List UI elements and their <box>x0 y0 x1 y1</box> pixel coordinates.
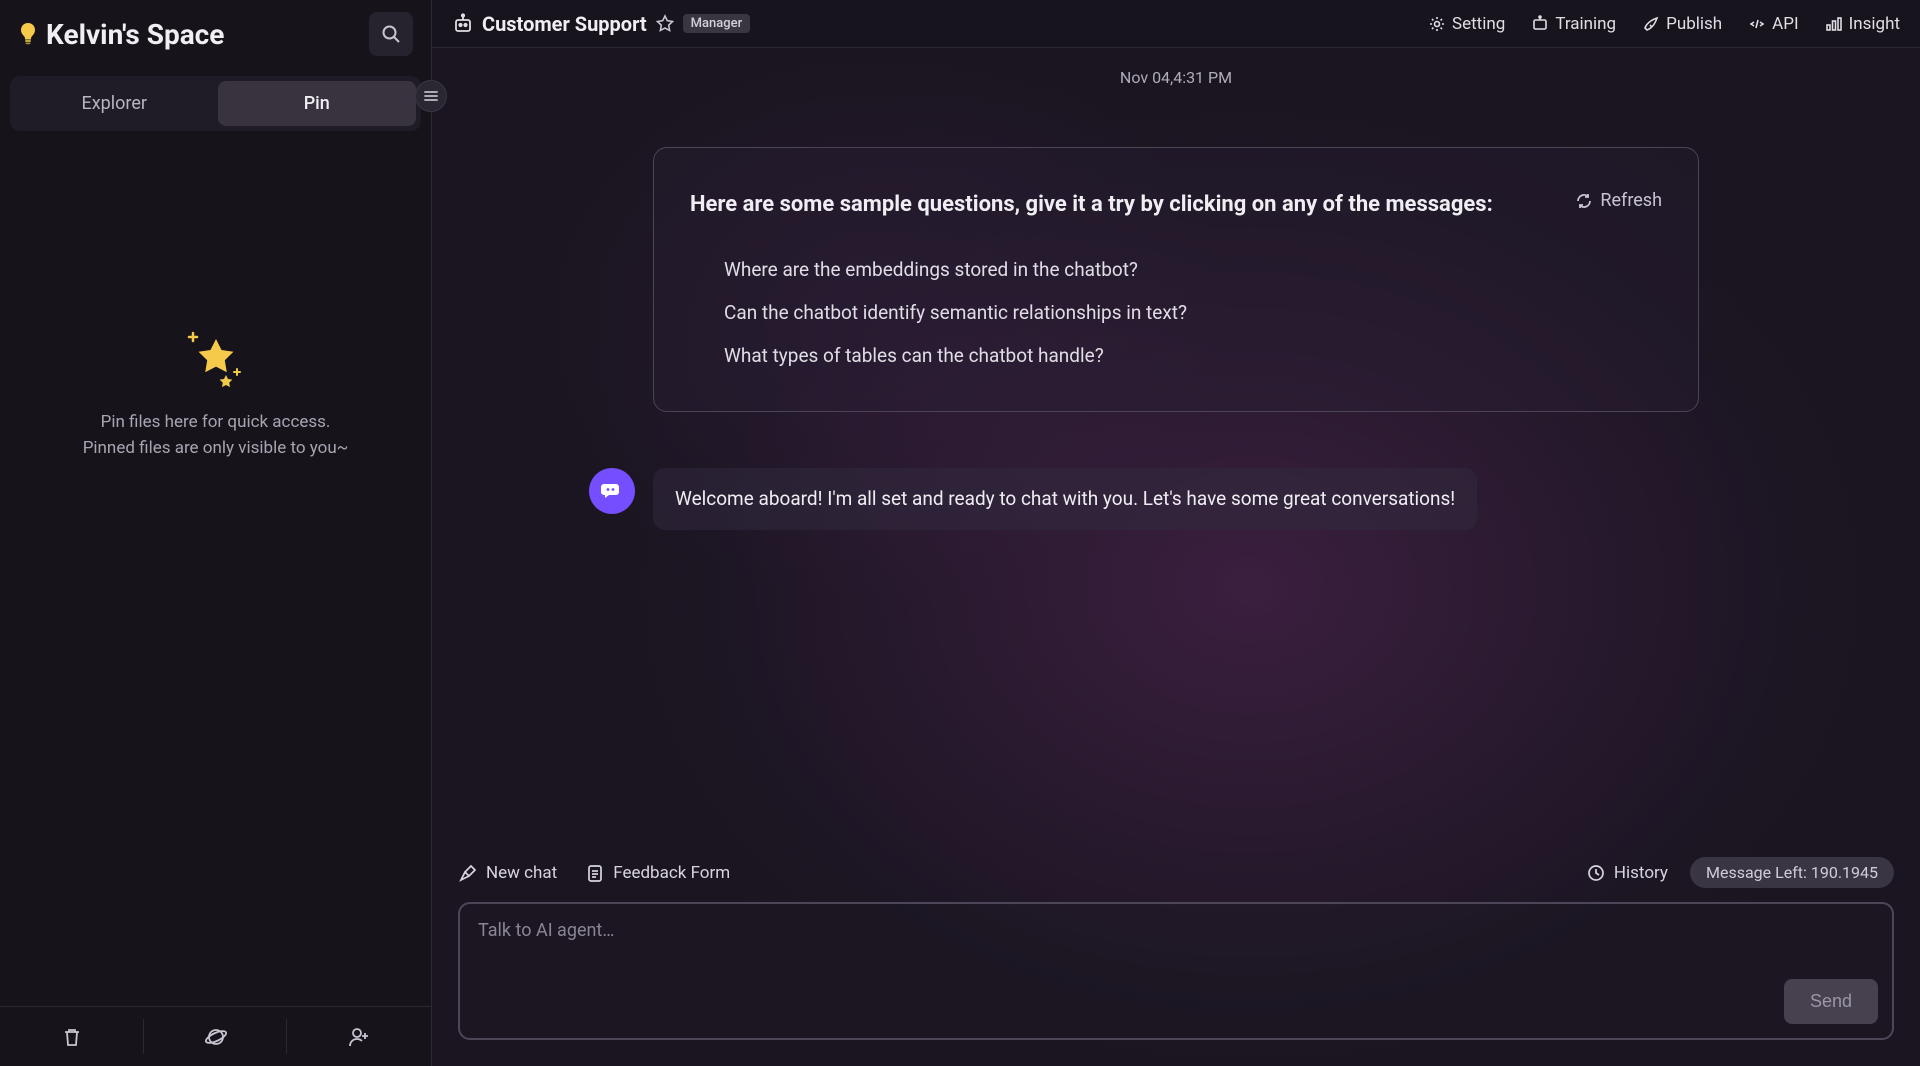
sidebar-footer <box>0 1006 431 1066</box>
api-icon <box>1748 15 1766 33</box>
history-icon <box>1586 863 1606 883</box>
gear-icon <box>1428 15 1446 33</box>
star-outline-icon[interactable] <box>655 14 675 34</box>
explore-button[interactable] <box>144 1007 288 1066</box>
refresh-button[interactable]: Refresh <box>1575 190 1662 211</box>
empty-pin-line1: Pin files here for quick access. <box>101 412 331 432</box>
sidebar-tabs: Explorer Pin <box>10 76 421 131</box>
empty-pin-state: Pin files here for quick access. Pinned … <box>0 321 431 462</box>
history-button[interactable]: History <box>1586 863 1668 883</box>
header-nav: Setting Training Publish API Insight <box>1428 14 1900 34</box>
input-area: Send <box>432 888 1920 1066</box>
bot-title: Customer Support Manager <box>452 12 750 36</box>
nav-setting-label: Setting <box>1452 14 1505 34</box>
empty-pin-line2: Pinned files are only visible to you~ <box>83 438 349 458</box>
send-button[interactable]: Send <box>1784 979 1878 1024</box>
nav-insight[interactable]: Insight <box>1825 14 1900 34</box>
new-chat-label: New chat <box>486 863 557 883</box>
training-icon <box>1531 15 1549 33</box>
search-button[interactable] <box>369 12 413 56</box>
search-icon <box>381 24 401 44</box>
nav-training[interactable]: Training <box>1531 14 1616 34</box>
chat-area: Nov 04,4:31 PM Here are some sample ques… <box>432 48 1920 845</box>
chat-timestamp: Nov 04,4:31 PM <box>432 68 1920 87</box>
add-user-button[interactable] <box>287 1007 431 1066</box>
sidebar: Kelvin's Space Explorer Pin Pin files he… <box>0 0 432 1066</box>
workspace-title-text: Kelvin's Space <box>46 18 224 51</box>
sidebar-header: Kelvin's Space <box>0 0 431 66</box>
planet-icon <box>204 1025 228 1049</box>
clipboard-icon <box>585 863 605 883</box>
broom-icon <box>458 863 478 883</box>
sample-card-header: Here are some sample questions, give it … <box>690 190 1662 220</box>
tab-pin[interactable]: Pin <box>218 81 417 126</box>
feedback-form-button[interactable]: Feedback Form <box>585 863 730 883</box>
feedback-form-label: Feedback Form <box>613 863 730 883</box>
add-user-icon <box>347 1025 371 1049</box>
trash-icon <box>61 1026 83 1048</box>
nav-api-label: API <box>1772 14 1798 34</box>
controls-right: History Message Left: 190.1945 <box>1586 857 1894 888</box>
history-label: History <box>1614 863 1668 883</box>
main-header: Customer Support Manager Setting Trainin… <box>432 0 1920 48</box>
workspace-title[interactable]: Kelvin's Space <box>18 18 224 51</box>
sample-question-2[interactable]: What types of tables can the chatbot han… <box>690 334 1662 377</box>
message-left-pill: Message Left: 190.1945 <box>1690 857 1894 888</box>
nav-publish[interactable]: Publish <box>1642 14 1722 34</box>
role-badge: Manager <box>683 14 751 33</box>
trash-button[interactable] <box>0 1007 144 1066</box>
welcome-message: Welcome aboard! I'm all set and ready to… <box>653 468 1477 531</box>
nav-training-label: Training <box>1555 14 1616 34</box>
publish-icon <box>1642 15 1660 33</box>
nav-api[interactable]: API <box>1748 14 1798 34</box>
collapse-icon <box>423 89 439 103</box>
empty-pin-text: Pin files here for quick access. Pinned … <box>83 409 349 462</box>
main-panel: Customer Support Manager Setting Trainin… <box>432 0 1920 1066</box>
chat-controls: New chat Feedback Form History Message L… <box>432 845 1920 888</box>
star-illustration-icon <box>171 321 261 391</box>
sample-question-1[interactable]: Can the chatbot identify semantic relati… <box>690 291 1662 334</box>
nav-setting[interactable]: Setting <box>1428 14 1505 34</box>
insight-icon <box>1825 15 1843 33</box>
bot-avatar-icon <box>599 478 625 504</box>
tab-explorer[interactable]: Explorer <box>15 81 214 126</box>
chat-input-box[interactable]: Send <box>458 902 1894 1040</box>
sample-heading: Here are some sample questions, give it … <box>690 190 1555 220</box>
collapse-sidebar-button[interactable] <box>415 80 447 112</box>
sample-questions-card: Here are some sample questions, give it … <box>653 147 1699 412</box>
bot-avatar <box>589 468 635 514</box>
chat-input[interactable] <box>478 920 1874 1022</box>
sample-question-0[interactable]: Where are the embeddings stored in the c… <box>690 248 1662 291</box>
new-chat-button[interactable]: New chat <box>458 863 557 883</box>
refresh-label: Refresh <box>1600 190 1662 211</box>
bot-name-text: Customer Support <box>482 12 647 36</box>
nav-insight-label: Insight <box>1849 14 1900 34</box>
message-row: Welcome aboard! I'm all set and ready to… <box>653 468 1699 531</box>
bulb-icon <box>18 22 38 46</box>
bot-icon <box>452 13 474 35</box>
nav-publish-label: Publish <box>1666 14 1722 34</box>
refresh-icon <box>1575 192 1593 210</box>
